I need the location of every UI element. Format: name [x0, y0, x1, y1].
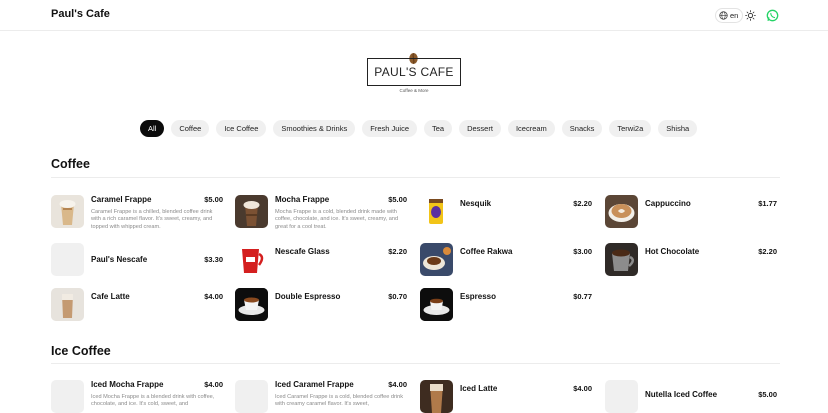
globe-icon — [719, 11, 728, 20]
item-price: $5.00 — [388, 195, 407, 204]
item-image — [420, 380, 453, 413]
tab-dessert[interactable]: Dessert — [459, 120, 501, 137]
menu-item[interactable]: Nesquik $2.20 — [420, 195, 592, 233]
item-name: Paul's Nescafe — [91, 255, 148, 264]
item-name: Nescafe Glass — [275, 247, 330, 256]
item-price: $2.20 — [573, 199, 592, 208]
tab-fresh-juice[interactable]: Fresh Juice — [362, 120, 417, 137]
item-price: $1.77 — [758, 199, 777, 208]
cafe-logo: PAUL'S CAFE — [367, 58, 461, 86]
tab-tea[interactable]: Tea — [424, 120, 453, 137]
item-name: Nesquik — [460, 199, 492, 208]
menu-item[interactable]: Double Espresso $0.70 — [235, 288, 407, 326]
item-name: Nutella Iced Coffee — [645, 390, 718, 399]
item-name: Iced Mocha Frappe — [91, 380, 164, 389]
item-name: Hot Chocolate — [645, 247, 700, 256]
tab-terwi2a[interactable]: Terwi2a — [609, 120, 652, 137]
item-image — [605, 243, 638, 276]
menu-item[interactable]: Iced Latte $4.00 — [420, 380, 592, 413]
menu-item[interactable]: Coffee Rakwa $3.00 — [420, 243, 592, 281]
tab-all[interactable]: All — [140, 120, 165, 137]
top-bar: Paul's Cafe en — [0, 0, 828, 31]
menu-item[interactable]: Cafe Latte $4.00 — [51, 288, 223, 326]
logo-tagline: Coffee & More — [399, 88, 429, 93]
tab-shisha[interactable]: Shisha — [658, 120, 698, 137]
item-price: $3.30 — [204, 255, 223, 264]
item-price: $4.00 — [388, 380, 407, 389]
section-title-ice-coffee: Ice Coffee — [51, 344, 111, 358]
item-description: Mocha Frappe is a cold, blended drink ma… — [275, 209, 399, 230]
item-price: $2.20 — [388, 247, 407, 256]
item-price: $4.00 — [204, 292, 223, 301]
menu-item[interactable]: Mocha Frappe $5.00 Mocha Frappe is a col… — [235, 195, 407, 233]
item-name: Coffee Rakwa — [460, 247, 513, 256]
section-divider — [51, 363, 780, 364]
category-tabs: All Coffee Ice Coffee Smoothies & Drinks… — [140, 120, 698, 137]
item-price: $2.20 — [758, 247, 777, 256]
item-price: $5.00 — [758, 390, 777, 399]
menu-item[interactable]: Espresso $0.77 — [420, 288, 592, 326]
item-name: Cappuccino — [645, 199, 691, 208]
item-image — [420, 243, 453, 276]
item-image — [235, 195, 268, 228]
item-image — [235, 243, 268, 276]
item-name: Double Espresso — [275, 292, 341, 301]
item-image — [605, 380, 638, 413]
item-price: $4.00 — [573, 384, 592, 393]
item-description: Iced Mocha Frappe is a blended drink wit… — [91, 394, 215, 408]
menu-item[interactable]: Paul's Nescafe $3.30 — [51, 243, 223, 281]
brand-name[interactable]: Paul's Cafe — [51, 8, 110, 20]
tab-snacks[interactable]: Snacks — [561, 120, 603, 137]
tab-smoothies-drinks[interactable]: Smoothies & Drinks — [273, 120, 356, 137]
item-image — [235, 288, 268, 321]
tab-icecream[interactable]: Icecream — [507, 120, 555, 137]
item-price: $3.00 — [573, 247, 592, 256]
item-name: Iced Caramel Frappe — [275, 380, 354, 389]
menu-item[interactable]: Hot Chocolate $2.20 — [605, 243, 777, 281]
menu-item[interactable]: Nutella Iced Coffee $5.00 — [605, 380, 777, 413]
item-image — [51, 243, 84, 276]
item-price: $5.00 — [204, 195, 223, 204]
language-switcher[interactable]: en — [715, 8, 744, 23]
sun-icon[interactable] — [745, 10, 756, 21]
item-image — [420, 288, 453, 321]
item-image — [51, 380, 84, 413]
section-title-coffee: Coffee — [51, 157, 90, 171]
menu-item[interactable]: Nescafe Glass $2.20 — [235, 243, 407, 281]
item-price: $0.70 — [388, 292, 407, 301]
item-name: Mocha Frappe — [275, 195, 330, 204]
item-name: Espresso — [460, 292, 497, 301]
menu-item[interactable]: Cappuccino $1.77 — [605, 195, 777, 233]
item-image — [235, 380, 268, 413]
language-label: en — [730, 11, 739, 20]
item-description: Caramel Frappe is a chilled, blended cof… — [91, 209, 213, 230]
item-image — [51, 288, 84, 321]
tab-coffee[interactable]: Coffee — [171, 120, 210, 137]
item-image — [51, 195, 84, 228]
item-description: Iced Caramel Frappe is a cold, blended c… — [275, 394, 404, 408]
whatsapp-icon[interactable] — [766, 9, 779, 22]
item-name: Iced Latte — [460, 384, 498, 393]
item-price: $4.00 — [204, 380, 223, 389]
item-name: Caramel Frappe — [91, 195, 152, 204]
section-divider — [51, 177, 780, 178]
menu-item[interactable]: Iced Mocha Frappe $4.00 Iced Mocha Frapp… — [51, 380, 223, 413]
menu-item[interactable]: Caramel Frappe $5.00 Caramel Frappe is a… — [51, 195, 223, 233]
tab-ice-coffee[interactable]: Ice Coffee — [216, 120, 267, 137]
item-name: Cafe Latte — [91, 292, 130, 301]
item-price: $0.77 — [573, 292, 592, 301]
menu-item[interactable]: Iced Caramel Frappe $4.00 Iced Caramel F… — [235, 380, 407, 413]
item-image — [420, 195, 453, 228]
item-image — [605, 195, 638, 228]
